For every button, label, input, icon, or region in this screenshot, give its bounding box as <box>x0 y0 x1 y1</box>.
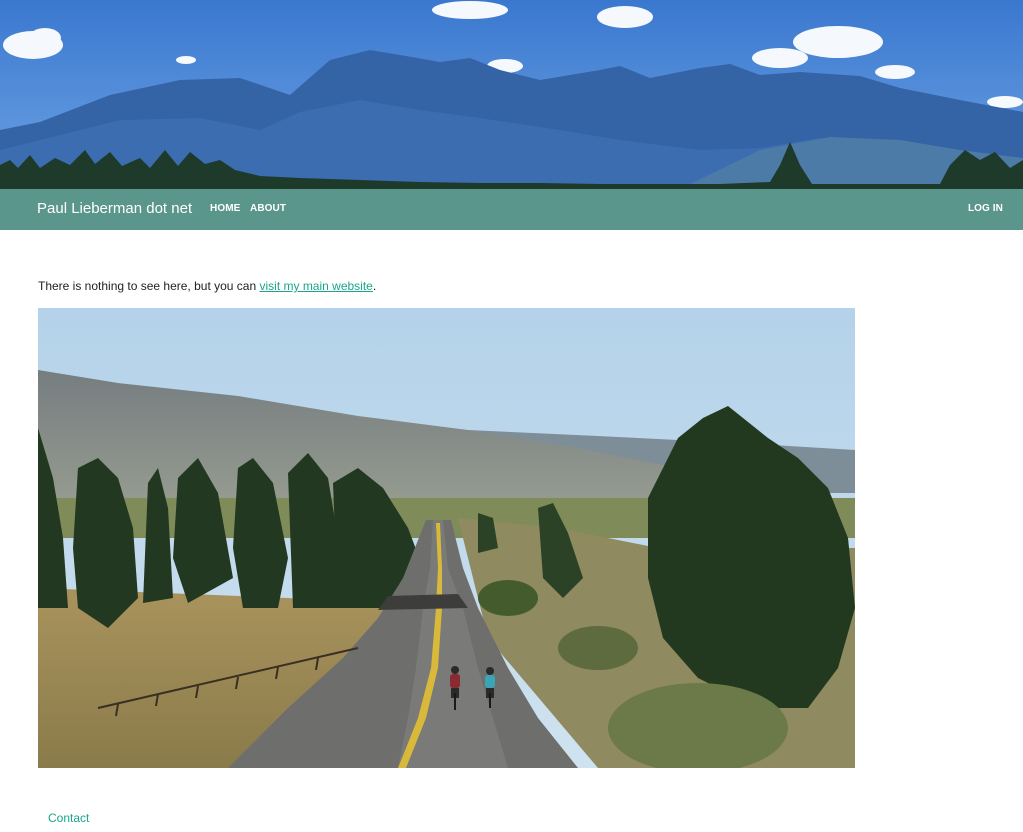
banner-image <box>0 0 1023 189</box>
page: Paul Lieberman dot net HOME ABOUT LOG IN… <box>0 0 1023 832</box>
intro-end: . <box>372 279 377 293</box>
contact-link[interactable]: Contact <box>48 811 89 825</box>
top-navbar: Paul Lieberman dot net HOME ABOUT LOG IN <box>0 189 1023 230</box>
main-website-link[interactable]: visit my main website <box>259 279 372 293</box>
log-in-link[interactable]: LOG IN <box>968 203 1003 214</box>
nav-home-link[interactable]: HOME <box>210 203 240 214</box>
nav-about-link[interactable]: ABOUT <box>250 203 286 214</box>
cyclists-road-photo <box>38 308 855 768</box>
site-brand-link[interactable]: Paul Lieberman dot net <box>37 200 192 217</box>
intro-paragraph: There is nothing to see here, but you ca… <box>38 279 376 293</box>
intro-text: There is nothing to see here, but you ca… <box>38 279 260 293</box>
